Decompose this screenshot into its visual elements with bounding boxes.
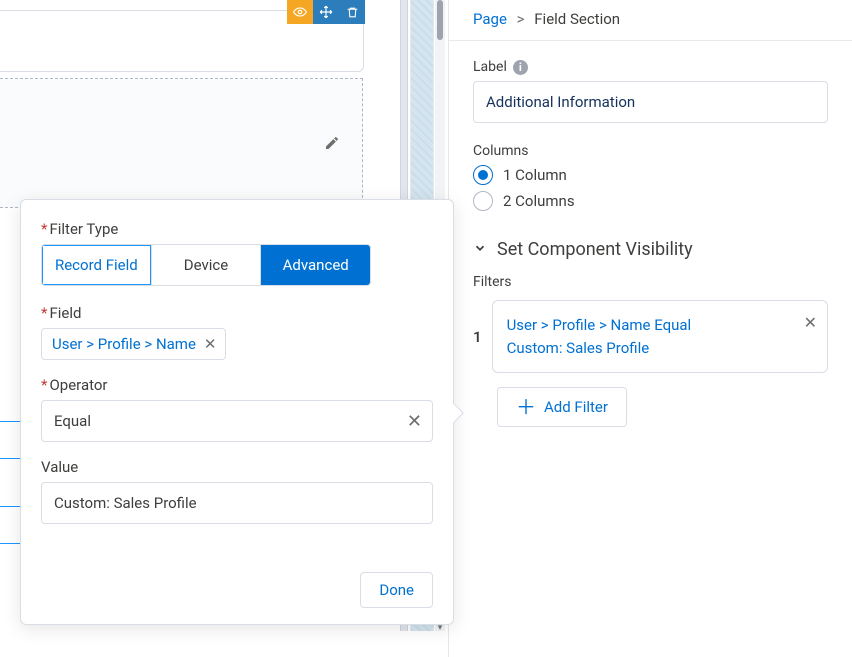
operator-select[interactable]: Equal ✕ xyxy=(41,400,433,442)
selected-component-frame[interactable] xyxy=(0,10,364,72)
segment-record-field[interactable]: Record Field xyxy=(42,245,152,285)
visibility-section-heading[interactable]: Set Component Visibility xyxy=(473,239,828,260)
add-filter-label: Add Filter xyxy=(544,398,608,416)
done-button[interactable]: Done xyxy=(360,572,433,608)
plus-icon: ＋ xyxy=(516,400,536,414)
operator-label-text: Operator xyxy=(49,376,107,394)
filter-type-label: *Filter Type xyxy=(41,220,433,238)
filter-line2: Custom: Sales Profile xyxy=(507,337,793,360)
field-label: *Field xyxy=(41,304,433,322)
breadcrumb: Page > Field Section xyxy=(449,10,852,41)
radio-2-label: 2 Columns xyxy=(503,192,575,210)
required-star: * xyxy=(41,304,47,322)
radio-2-columns[interactable] xyxy=(473,191,493,211)
remove-filter-icon[interactable]: ✕ xyxy=(804,311,817,335)
segment-device[interactable]: Device xyxy=(152,245,262,285)
filter-line1: User > Profile > Name Equal xyxy=(507,314,793,337)
radio-1-label: 1 Column xyxy=(503,166,567,184)
scrollbar-thumb[interactable] xyxy=(437,0,443,40)
filter-index: 1 xyxy=(473,328,482,346)
add-filter-button[interactable]: ＋ Add Filter xyxy=(497,387,627,427)
filter-type-segments: Record Field Device Advanced xyxy=(41,244,371,286)
required-star: * xyxy=(41,376,47,394)
drop-zone[interactable] xyxy=(0,78,363,208)
filter-editor-popover: *Filter Type Record Field Device Advance… xyxy=(20,199,454,625)
radio-1-column[interactable] xyxy=(473,165,493,185)
field-pill[interactable]: User > Profile > Name ✕ xyxy=(41,328,226,360)
edit-icon[interactable] xyxy=(324,135,340,155)
info-icon[interactable]: i xyxy=(513,60,528,75)
delete-icon[interactable] xyxy=(339,0,365,24)
value-label: Value xyxy=(41,458,433,476)
label-input[interactable] xyxy=(473,81,828,123)
field-pill-text: User > Profile > Name xyxy=(52,335,196,353)
move-icon[interactable] xyxy=(313,0,339,24)
clear-operator-icon[interactable]: ✕ xyxy=(407,411,422,432)
properties-panel: Page > Field Section Label i Columns 1 C… xyxy=(448,0,852,657)
clear-field-icon[interactable]: ✕ xyxy=(204,335,217,353)
columns-option-1[interactable]: 1 Column xyxy=(473,165,828,185)
columns-caption: Columns xyxy=(473,143,828,159)
segment-advanced[interactable]: Advanced xyxy=(261,245,370,285)
value-input[interactable]: Custom: Sales Profile xyxy=(41,482,433,524)
operator-value: Equal xyxy=(54,412,91,430)
filter-type-text: Filter Type xyxy=(49,220,118,238)
label-field-caption: Label i xyxy=(473,59,828,75)
columns-option-2[interactable]: 2 Columns xyxy=(473,191,828,211)
breadcrumb-current: Field Section xyxy=(534,10,620,28)
breadcrumb-separator: > xyxy=(517,10,525,28)
filter-row: 1 User > Profile > Name Equal Custom: Sa… xyxy=(473,300,828,373)
field-label-text: Field xyxy=(49,304,81,322)
label-caption-text: Label xyxy=(473,59,507,75)
visibility-heading-text: Set Component Visibility xyxy=(497,239,693,260)
value-text: Custom: Sales Profile xyxy=(54,494,197,512)
filters-caption: Filters xyxy=(473,274,828,290)
component-toolbar xyxy=(287,0,365,24)
chevron-down-icon xyxy=(473,241,487,259)
required-star: * xyxy=(41,220,47,238)
breadcrumb-parent[interactable]: Page xyxy=(473,10,507,28)
operator-label: *Operator xyxy=(41,376,433,394)
columns-caption-text: Columns xyxy=(473,143,528,159)
visibility-icon[interactable] xyxy=(287,0,313,24)
filter-card[interactable]: User > Profile > Name Equal Custom: Sale… xyxy=(492,300,828,373)
